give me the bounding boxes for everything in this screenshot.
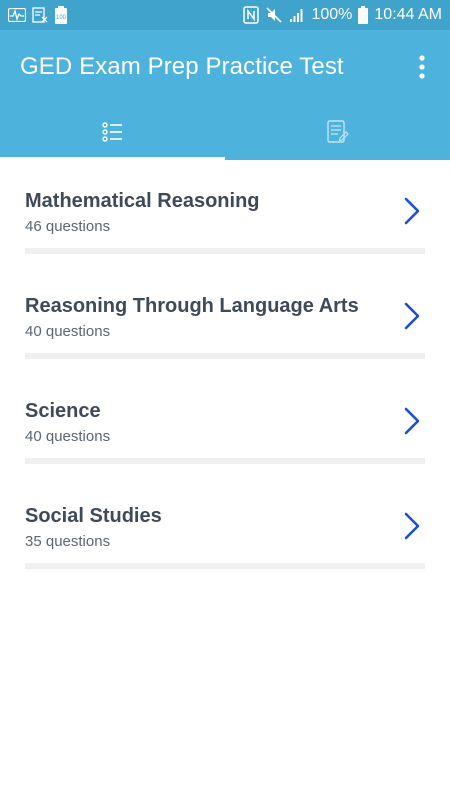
list-item[interactable]: Mathematical Reasoning 46 questions (0, 160, 450, 265)
subject-list: Mathematical Reasoning 46 questions Reas… (0, 160, 450, 580)
subject-title: Reasoning Through Language Arts (25, 295, 359, 317)
nfc-icon (243, 0, 260, 30)
status-bar-right: 100% 10:44 AM (243, 0, 442, 30)
activity-icon (8, 0, 26, 30)
list-item[interactable]: Social Studies 35 questions (0, 475, 450, 580)
divider (25, 458, 425, 464)
chevron-right-icon (404, 512, 420, 540)
status-bar: 100 100% 10:44 AM (0, 0, 450, 30)
battery-icon (358, 0, 369, 30)
subject-title: Science (25, 400, 101, 422)
signal-icon (289, 0, 305, 30)
document-icon (326, 120, 349, 143)
list-item[interactable]: Reasoning Through Language Arts 40 quest… (0, 265, 450, 370)
divider (25, 353, 425, 359)
tab-tests[interactable] (225, 104, 450, 160)
question-count: 46 questions (25, 218, 111, 235)
subject-title: Social Studies (25, 505, 162, 527)
app-bar: GED Exam Prep Practice Test (0, 30, 450, 104)
list-item[interactable]: Science 40 questions (0, 370, 450, 475)
question-count: 40 questions (25, 428, 111, 445)
question-count: 35 questions (25, 533, 111, 550)
battery-full-icon: 100 (54, 0, 68, 30)
more-vert-icon (419, 55, 425, 79)
clock: 10:44 AM (374, 6, 442, 23)
tab-bar (0, 104, 450, 160)
overflow-menu-button[interactable] (410, 49, 434, 85)
battery-percent: 100% (311, 6, 353, 23)
status-bar-left: 100 (8, 0, 68, 30)
chevron-right-icon (404, 407, 420, 435)
list-icon (101, 122, 122, 142)
chevron-right-icon (404, 302, 420, 330)
chevron-right-icon (404, 197, 420, 225)
divider (25, 248, 425, 254)
tab-subjects[interactable] (0, 104, 225, 160)
question-count: 40 questions (25, 323, 111, 340)
subject-title: Mathematical Reasoning (25, 190, 260, 212)
mute-icon (265, 0, 283, 30)
svg-text:100: 100 (56, 15, 67, 21)
notes-icon (32, 0, 48, 30)
divider (25, 563, 425, 569)
app-title: GED Exam Prep Practice Test (20, 53, 344, 80)
